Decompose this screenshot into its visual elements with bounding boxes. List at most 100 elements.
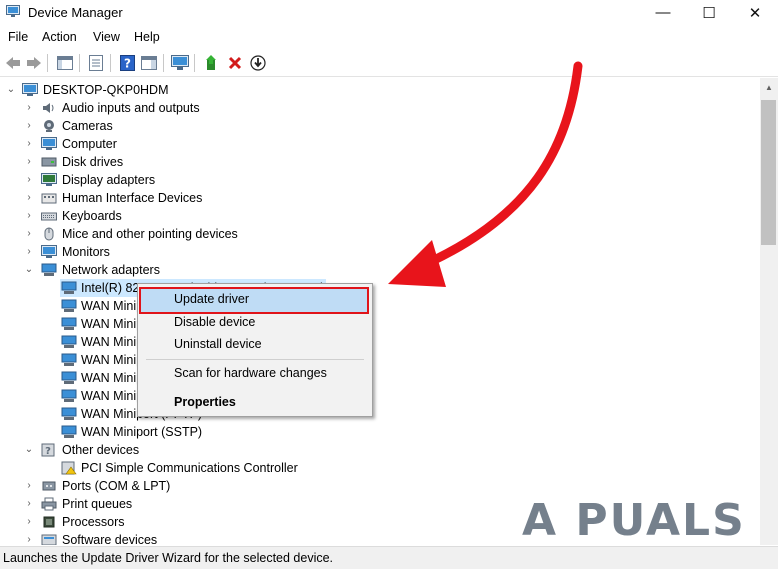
toolbar-separator: [47, 54, 48, 72]
tree-label: Ports (COM & LPT): [62, 479, 171, 493]
expand-chevron-icon[interactable]: ›: [24, 477, 34, 495]
collapse-chevron-icon[interactable]: ⌄: [24, 441, 34, 459]
monitor-icon[interactable]: [170, 53, 190, 73]
network-adapter-icon: [61, 335, 77, 348]
network-adapter-icon: [61, 281, 77, 294]
update-driver-icon[interactable]: [202, 53, 222, 73]
tree-label: WAN Miniport (SSTP): [81, 425, 203, 439]
menu-action[interactable]: Action: [42, 30, 77, 44]
menu-view[interactable]: View: [93, 30, 120, 44]
tree-label: Display adapters: [62, 173, 156, 187]
monitor-icon: [41, 245, 57, 258]
expand-chevron-icon[interactable]: ›: [24, 495, 34, 513]
expand-chevron-icon[interactable]: ›: [24, 513, 34, 531]
computer-name: DESKTOP-QKP0HDM: [43, 83, 169, 97]
tree-label: Software devices: [62, 533, 158, 545]
title-bar: Device Manager — ☐ ✕: [0, 0, 778, 25]
expand-chevron-icon[interactable]: ›: [24, 99, 34, 117]
network-adapter-icon: [61, 353, 77, 366]
tree-label: WAN Minip: [81, 389, 144, 403]
menu-bar: File Action View Help: [0, 27, 778, 47]
device-tree[interactable]: ⌄ DESKTOP-QKP0HDM › Audio inputs and out…: [0, 78, 760, 545]
tree-label: Audio inputs and outputs: [62, 101, 200, 115]
collapse-chevron-icon[interactable]: ⌄: [6, 81, 16, 99]
action-pane-icon[interactable]: [139, 53, 159, 73]
tree-label: Disk drives: [62, 155, 124, 169]
collapse-chevron-icon[interactable]: ⌄: [24, 261, 34, 279]
network-adapter-icon: [61, 389, 77, 402]
tree-label: WAN Minip: [81, 299, 144, 313]
status-bar: Launches the Update Driver Wizard for th…: [0, 546, 778, 569]
scrollbar-thumb[interactable]: [761, 100, 776, 245]
minimize-button[interactable]: —: [640, 0, 686, 25]
uninstall-device-menu-item[interactable]: Uninstall device: [174, 337, 262, 351]
tree-label: Human Interface Devices: [62, 191, 203, 205]
properties-menu-item[interactable]: Properties: [174, 395, 236, 409]
expand-chevron-icon[interactable]: ›: [24, 531, 34, 545]
properties-sheet-icon[interactable]: [86, 53, 106, 73]
tree-root[interactable]: ⌄ DESKTOP-QKP0HDM: [0, 81, 500, 99]
tree-label: PCI Simple Communications Controller: [81, 461, 298, 475]
expand-chevron-icon[interactable]: ›: [24, 189, 34, 207]
help-icon[interactable]: ?: [117, 53, 137, 73]
tree-label: Mice and other pointing devices: [62, 227, 238, 241]
processor-icon: [43, 516, 55, 528]
show-hide-console-tree-icon[interactable]: [55, 53, 75, 73]
expand-chevron-icon[interactable]: ›: [24, 135, 34, 153]
scan-hardware-menu-item[interactable]: Scan for hardware changes: [174, 366, 327, 380]
device-manager-icon: [6, 5, 20, 17]
network-adapter-icon: [61, 425, 77, 438]
unknown-device-icon: ?: [41, 443, 55, 457]
tree-label: WAN Minip: [81, 317, 144, 331]
tree-label: Monitors: [62, 245, 110, 259]
speaker-icon: [43, 103, 54, 113]
expand-chevron-icon[interactable]: ›: [24, 171, 34, 189]
mouse-icon: [44, 227, 54, 241]
toolbar-separator: [110, 54, 111, 72]
expand-chevron-icon[interactable]: ›: [24, 207, 34, 225]
svg-text:?: ?: [124, 57, 131, 71]
monitor-icon: [41, 137, 57, 150]
tree-label: Keyboards: [62, 209, 122, 223]
tree-label: WAN Minip: [81, 335, 144, 349]
disk-drive-icon: [41, 157, 57, 167]
tree-label: Print queues: [62, 497, 133, 511]
toolbar: ?: [0, 50, 778, 77]
tree-label: Processors: [62, 515, 125, 529]
tree-label: WAN Minip: [81, 371, 144, 385]
expand-chevron-icon[interactable]: ›: [24, 243, 34, 261]
toolbar-separator: [194, 54, 195, 72]
network-adapter-icon: [61, 299, 77, 312]
printer-icon: [41, 497, 57, 511]
menu-help[interactable]: Help: [134, 30, 160, 44]
expand-chevron-icon[interactable]: ›: [24, 117, 34, 135]
scan-download-icon[interactable]: [248, 53, 268, 73]
computer-icon: [22, 83, 38, 96]
disable-device-menu-item[interactable]: Disable device: [174, 315, 255, 329]
scroll-up-icon[interactable]: ▲: [760, 78, 778, 96]
network-adapter-icon: [61, 317, 77, 330]
display-adapter-icon: [41, 173, 57, 186]
close-button[interactable]: ✕: [732, 0, 778, 25]
uninstall-x-icon[interactable]: [225, 53, 245, 73]
window-title: Device Manager: [28, 5, 123, 20]
network-adapter-icon: [61, 407, 77, 420]
port-icon: [42, 481, 56, 491]
hid-icon: [41, 193, 57, 204]
svg-text:?: ?: [45, 446, 51, 457]
expand-chevron-icon[interactable]: ›: [24, 225, 34, 243]
network-adapter-icon: [41, 263, 57, 276]
tree-label: Computer: [62, 137, 117, 151]
tree-label: Network adapters: [62, 263, 160, 277]
status-text: Launches the Update Driver Wizard for th…: [3, 551, 334, 565]
software-device-icon: [41, 534, 57, 545]
expand-chevron-icon[interactable]: ›: [24, 153, 34, 171]
context-menu: Update driver Disable device Uninstall d…: [137, 283, 373, 417]
update-driver-menu-item[interactable]: Update driver: [174, 292, 249, 306]
maximize-button[interactable]: ☐: [686, 0, 732, 25]
back-icon[interactable]: [3, 53, 23, 73]
warning-device-icon: [61, 461, 77, 475]
forward-icon[interactable]: [24, 53, 44, 73]
toolbar-separator: [163, 54, 164, 72]
menu-file[interactable]: File: [8, 30, 28, 44]
